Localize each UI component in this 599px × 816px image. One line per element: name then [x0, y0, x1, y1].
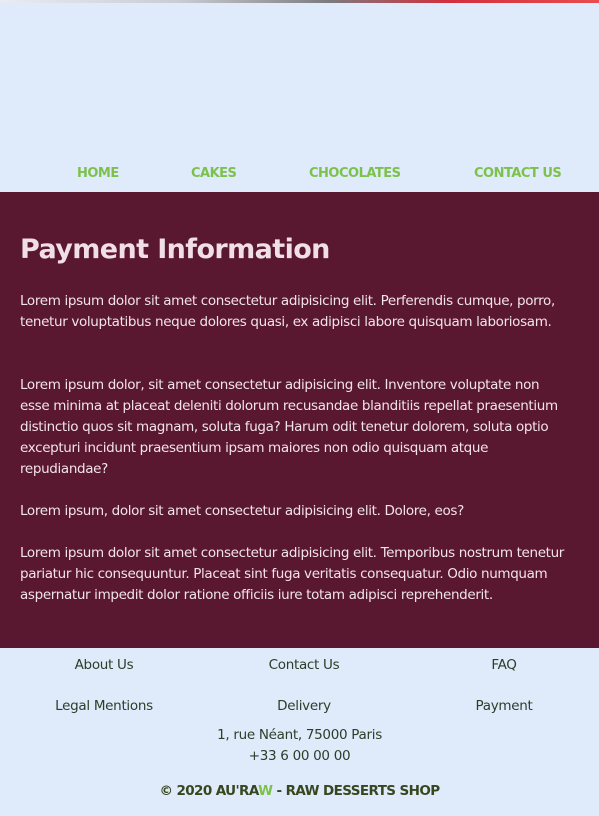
footer-link-payment[interactable]: Payment: [404, 698, 599, 714]
hero-image-strip: [0, 0, 599, 3]
site-footer: About Us Contact Us FAQ Legal Mentions D…: [0, 648, 599, 816]
footer-phone: +33 6 00 00 00: [248, 748, 351, 764]
paragraph-2: Lorem ipsum dolor, sit amet consectetur …: [20, 377, 558, 477]
page-title: Payment Information: [20, 234, 330, 265]
footer-link-delivery[interactable]: Delivery: [204, 698, 404, 714]
copyright-brand-accent: W: [258, 783, 273, 799]
footer-link-contact-us[interactable]: Contact Us: [204, 657, 404, 673]
paragraph-3: Lorem ipsum, dolor sit amet consectetur …: [20, 503, 464, 519]
footer-link-faq[interactable]: FAQ: [404, 657, 599, 673]
nav-item-chocolates[interactable]: CHOCOLATES: [309, 166, 401, 181]
footer-link-legal-mentions[interactable]: Legal Mentions: [4, 698, 204, 714]
nav-item-home[interactable]: HOME: [77, 166, 119, 181]
nav-item-contact-us[interactable]: CONTACT US: [474, 166, 562, 181]
paragraph-4: Lorem ipsum dolor sit amet consectetur a…: [20, 545, 565, 603]
payment-info-section: Payment Information Lorem ipsum dolor si…: [0, 192, 599, 648]
paragraph-1: Lorem ipsum dolor sit amet consectetur a…: [20, 293, 555, 330]
main-nav: HOME CAKES CHOCOLATES CONTACT US: [0, 166, 599, 186]
copyright-prefix: © 2020 AU'RA: [159, 783, 259, 799]
nav-item-cakes[interactable]: CAKES: [191, 166, 237, 181]
copyright-suffix: - RAW DESSERTS SHOP: [272, 783, 440, 799]
footer-address: 1, rue Néant, 75000 Paris: [217, 727, 382, 743]
footer-link-about-us[interactable]: About Us: [4, 657, 204, 673]
copyright: © 2020 AU'RAW - RAW DESSERTS SHOP: [0, 783, 599, 799]
